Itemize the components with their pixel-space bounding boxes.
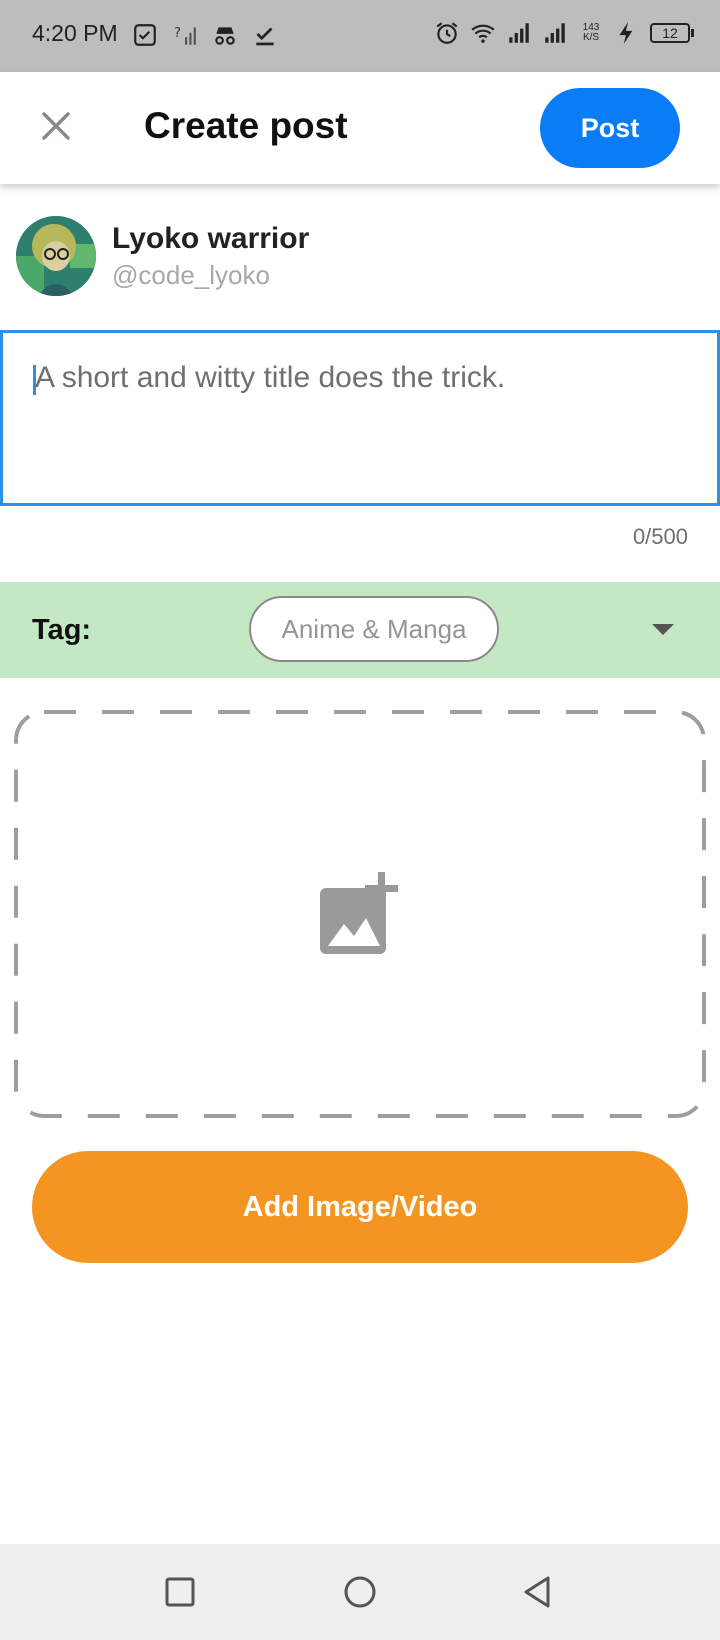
signal-icon [545, 23, 565, 43]
character-counter: 0/500 [632, 524, 688, 549]
tag-selector-bar[interactable]: Tag: Anime & Manga [0, 582, 720, 678]
incognito-icon [215, 27, 235, 45]
svg-text:?: ? [174, 26, 181, 41]
charging-icon [619, 22, 633, 44]
system-nav-bar [0, 1544, 720, 1640]
page-title: Create post [144, 105, 348, 146]
tag-chip[interactable]: Anime & Manga [249, 596, 499, 662]
dropdown-arrow-icon[interactable] [652, 624, 674, 635]
wifi-icon [471, 24, 495, 43]
back-icon[interactable] [520, 1574, 556, 1610]
download-done-icon [256, 27, 274, 46]
add-photo-icon[interactable] [320, 872, 402, 954]
network-speed-unit: K/S [582, 32, 600, 43]
post-button[interactable]: Post [540, 88, 680, 168]
network-speed: 143 K/S [578, 23, 604, 43]
signal-off-icon: ? [174, 26, 196, 45]
battery-indicator: 12 [650, 23, 694, 43]
alarm-icon [436, 22, 458, 44]
status-time: 4:20 PM [32, 20, 118, 46]
avatar-image [16, 216, 96, 296]
checkbox-icon [134, 24, 156, 46]
avatar[interactable] [16, 216, 96, 296]
app-bar: Create post Post [0, 72, 720, 184]
post-title-input[interactable]: A short and witty title does the trick. [0, 330, 720, 506]
close-icon[interactable] [36, 106, 76, 146]
status-bar: 4:20 PM ? 143 K/S 12 [0, 0, 720, 72]
post-title-placeholder: A short and witty title does the trick. [35, 361, 506, 394]
recents-icon[interactable] [162, 1574, 198, 1610]
tag-label: Tag: [32, 614, 92, 646]
user-handle: @code_lyoko [112, 260, 270, 290]
home-icon[interactable] [342, 1574, 378, 1610]
add-image-video-button[interactable]: Add Image/Video [32, 1151, 688, 1263]
signal-icon [509, 23, 529, 43]
user-name: Lyoko warrior [112, 222, 310, 255]
